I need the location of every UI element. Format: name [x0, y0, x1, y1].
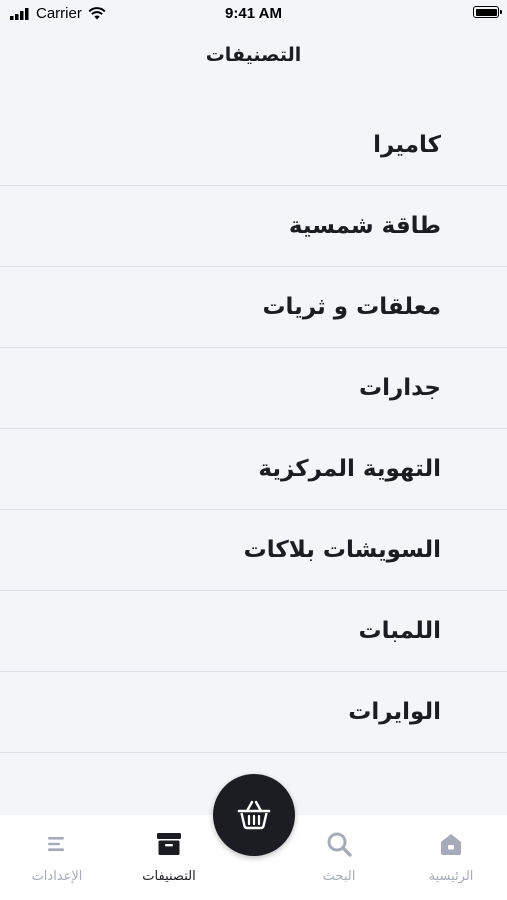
category-item-chandeliers[interactable]: معلقات و ثريات [0, 267, 507, 348]
category-label: معلقات و ثريات [262, 294, 441, 320]
archive-icon [157, 833, 181, 855]
basket-icon [237, 800, 271, 830]
tab-settings-label: الإعدادات [31, 869, 83, 884]
category-item-switches-plates[interactable]: السويشات بلاكات [0, 510, 507, 591]
tab-home-label: الرئيسية [428, 869, 474, 884]
cart-button[interactable] [213, 774, 295, 856]
status-bar: Carrier 9:41 AM [0, 0, 507, 28]
category-label: جدارات [359, 375, 441, 401]
menu-icon [48, 837, 64, 851]
category-item-camera[interactable]: كاميرا [0, 105, 507, 186]
home-icon [441, 834, 461, 855]
tab-home[interactable]: الرئيسية [396, 815, 506, 900]
page-title: التصنيفات [205, 44, 302, 66]
tab-settings[interactable]: الإعدادات [2, 815, 112, 900]
category-label: التهوية المركزية [258, 456, 441, 482]
category-label: كاميرا [373, 132, 441, 158]
tab-search-label: البحث [322, 869, 356, 884]
category-label: الوايرات [348, 699, 441, 725]
battery-icon [473, 6, 502, 18]
tab-categories-label: التصنيفات [142, 869, 196, 884]
category-item-central-ventilation[interactable]: التهوية المركزية [0, 429, 507, 510]
category-item-wires[interactable]: الوايرات [0, 672, 507, 753]
tab-categories[interactable]: التصنيفات [114, 815, 224, 900]
category-label: السويشات بلاكات [243, 537, 441, 563]
category-item-solar-energy[interactable]: طاقة شمسية [0, 186, 507, 267]
category-item-lamps[interactable]: اللمبات [0, 591, 507, 672]
search-icon [327, 832, 352, 857]
category-item-wall-lights[interactable]: جدارات [0, 348, 507, 429]
status-time: 9:41 AM [225, 5, 282, 22]
category-label: طاقة شمسية [288, 213, 441, 239]
tab-search[interactable]: البحث [284, 815, 394, 900]
category-label: اللمبات [358, 618, 441, 644]
category-list: كاميرا طاقة شمسية معلقات و ثريات جدارات … [0, 105, 507, 753]
